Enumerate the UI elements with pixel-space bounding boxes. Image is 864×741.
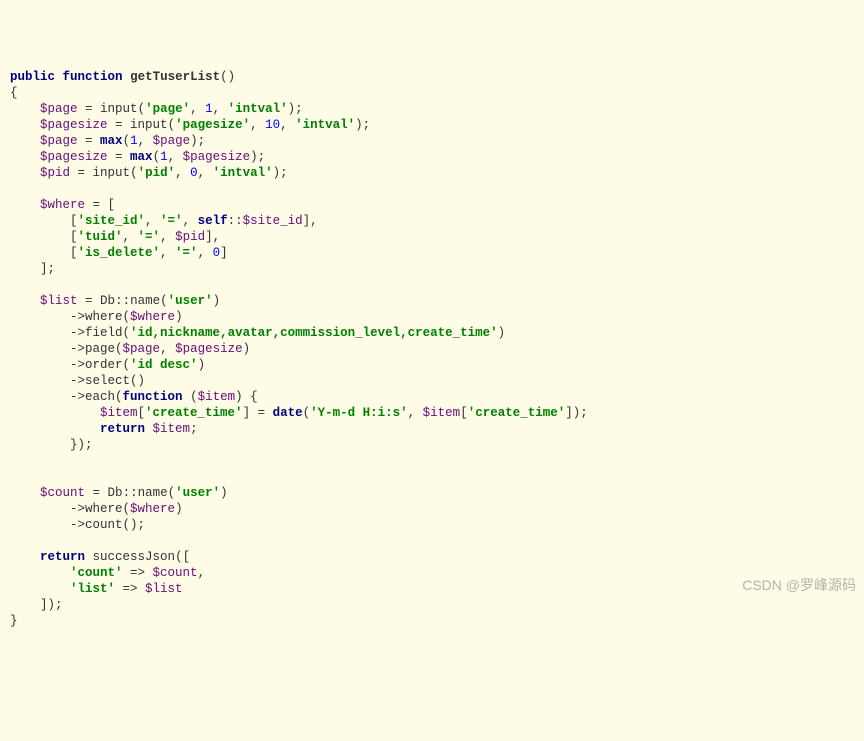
function-call: date: [273, 406, 303, 420]
method: select: [85, 374, 130, 388]
string: 'pid': [138, 166, 176, 180]
string: '=': [138, 230, 161, 244]
function-call: max: [130, 150, 153, 164]
function-name: getTuserList: [130, 70, 220, 84]
keyword-public: public: [10, 70, 55, 84]
method: field: [85, 326, 123, 340]
variable: $item: [153, 422, 191, 436]
property: $site_id: [243, 214, 303, 228]
class-name: Db: [108, 486, 123, 500]
code-block: public function getTuserList() { $page =…: [10, 69, 854, 629]
method: each: [85, 390, 115, 404]
string: 'intval': [295, 118, 355, 132]
number: 1: [205, 102, 213, 116]
watermark: CSDN @罗峰源码: [742, 577, 856, 595]
method: page: [85, 342, 115, 356]
string: 'create_time': [468, 406, 566, 420]
number: 10: [265, 118, 280, 132]
string: 'page': [145, 102, 190, 116]
variable: $page: [40, 134, 78, 148]
function-call: max: [100, 134, 123, 148]
variable: $page: [123, 342, 161, 356]
string: 'list': [70, 582, 115, 596]
variable: $where: [130, 502, 175, 516]
keyword-function: function: [123, 390, 183, 404]
variable: $list: [40, 294, 78, 308]
string: 'create_time': [145, 406, 243, 420]
variable: $where: [130, 310, 175, 324]
function-call: input: [100, 102, 138, 116]
variable: $pagesize: [175, 342, 243, 356]
function-call: input: [130, 118, 168, 132]
string: 'user': [175, 486, 220, 500]
variable: $count: [153, 566, 198, 580]
string: '=': [160, 214, 183, 228]
keyword-self: self: [198, 214, 228, 228]
number: 0: [213, 246, 221, 260]
string: 'id desc': [130, 358, 198, 372]
method: name: [130, 294, 160, 308]
variable: $pagesize: [40, 150, 108, 164]
string: 'pagesize': [175, 118, 250, 132]
string: 'id,nickname,avatar,commission_level,cre…: [130, 326, 498, 340]
string: 'is_delete': [78, 246, 161, 260]
function-call: input: [93, 166, 131, 180]
variable: $item: [100, 406, 138, 420]
string: 'site_id': [78, 214, 146, 228]
variable: $page: [40, 102, 78, 116]
variable: $pagesize: [183, 150, 251, 164]
variable: $item: [423, 406, 461, 420]
number: 1: [130, 134, 138, 148]
method: name: [138, 486, 168, 500]
method: count: [85, 518, 123, 532]
string: 'count': [70, 566, 123, 580]
number: 0: [190, 166, 198, 180]
keyword-return: return: [100, 422, 145, 436]
string: 'user': [168, 294, 213, 308]
string: 'intval': [228, 102, 288, 116]
variable: $page: [153, 134, 191, 148]
method: where: [85, 310, 123, 324]
keyword-function: function: [63, 70, 123, 84]
method: order: [85, 358, 123, 372]
class-name: Db: [100, 294, 115, 308]
variable: $list: [145, 582, 183, 596]
string: 'intval': [213, 166, 273, 180]
variable: $pid: [40, 166, 70, 180]
keyword-return: return: [40, 550, 85, 564]
number: 1: [160, 150, 168, 164]
string: 'Y-m-d H:i:s': [310, 406, 408, 420]
method: where: [85, 502, 123, 516]
string: '=': [175, 246, 198, 260]
variable: $item: [198, 390, 236, 404]
variable: $pagesize: [40, 118, 108, 132]
function-call: successJson: [93, 550, 176, 564]
variable: $count: [40, 486, 85, 500]
variable: $where: [40, 198, 85, 212]
string: 'tuid': [78, 230, 123, 244]
variable: $pid: [175, 230, 205, 244]
